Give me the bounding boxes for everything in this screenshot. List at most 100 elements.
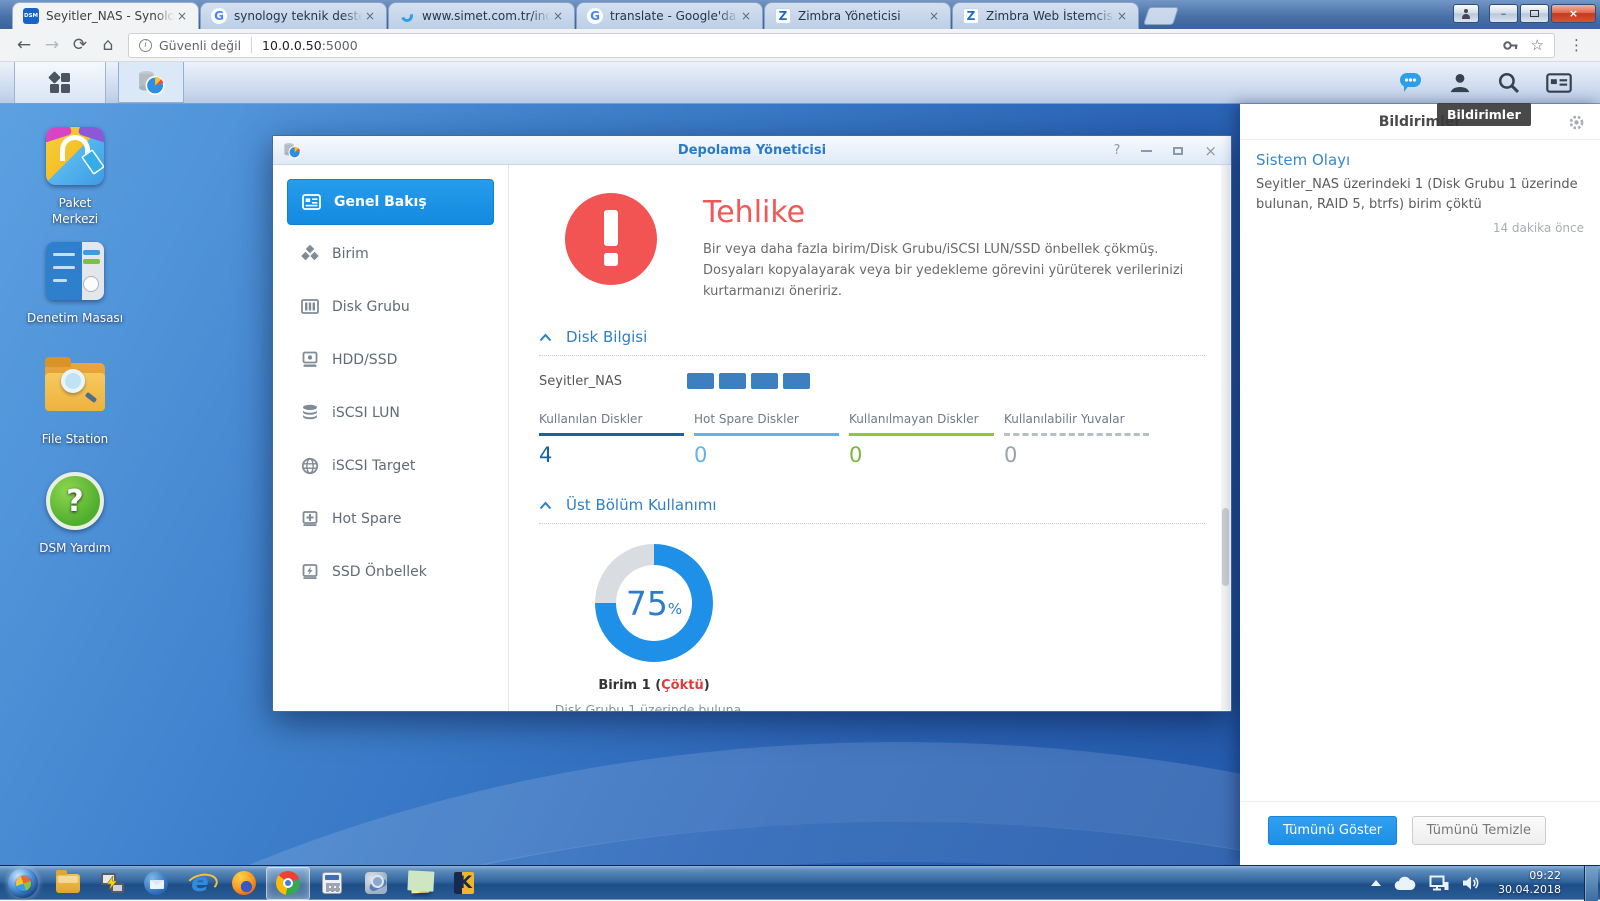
taskbar-putty-button[interactable]	[90, 866, 134, 901]
tray-clock[interactable]: 09:22 30.04.2018	[1498, 869, 1561, 898]
window-titlebar[interactable]: Depolama Yöneticisi ? ×	[273, 136, 1231, 165]
network-tray-icon[interactable]	[1429, 875, 1449, 892]
sidebar-item-ssd-onbellek[interactable]: SSD Önbellek	[287, 547, 494, 596]
disk-info-section-header[interactable]: Disk Bilgisi	[539, 328, 1205, 356]
tab-title: translate - Google'da Ara	[610, 9, 738, 23]
sidebar-item-hot-spare[interactable]: Hot Spare	[287, 494, 494, 543]
scrollbar-thumb[interactable]	[1222, 508, 1229, 586]
sidebar-item-hdd-ssd[interactable]: HDD/SSD	[287, 335, 494, 384]
taskbar-thunderbird-button[interactable]	[134, 866, 178, 901]
taskbar-system-tool-button[interactable]	[354, 866, 398, 901]
overview-icon	[302, 194, 321, 210]
sidebar-item-iscsi-target[interactable]: iSCSI Target	[287, 441, 494, 490]
start-button[interactable]	[8, 868, 38, 898]
taskbar-explorer-button[interactable]	[46, 866, 90, 901]
tab-simet[interactable]: www.simet.com.tr/index. ×	[388, 2, 575, 29]
tab-close-icon[interactable]: ×	[926, 8, 942, 24]
window-maximize-button[interactable]	[1520, 4, 1549, 23]
google-favicon-icon: G	[587, 8, 603, 24]
key-icon[interactable]	[1502, 37, 1519, 54]
desktop-icon-denetim-masasi[interactable]: Denetim Masası	[20, 240, 130, 325]
window-help-button[interactable]: ?	[1114, 143, 1121, 158]
thunderbird-icon	[144, 871, 168, 895]
sidebar-item-iscsi-lun[interactable]: iSCSI LUN	[287, 388, 494, 437]
taskbar-chrome-button[interactable]	[266, 867, 310, 900]
forward-button[interactable]: →	[38, 31, 66, 59]
tab-close-icon[interactable]: ×	[1114, 8, 1130, 24]
storage-manager-taskbar-button[interactable]	[118, 62, 184, 103]
taskbar-ie-button[interactable]: e	[178, 866, 222, 901]
reload-button[interactable]: ⟳	[66, 31, 94, 59]
taskbar-calculator-button[interactable]	[310, 866, 354, 901]
address-bar[interactable]: i Güvenli değil 10.0.0.50 :5000 ☆	[128, 33, 1555, 58]
tab-zimbra-web[interactable]: Z Zimbra Web İstemcisi Ot ×	[952, 2, 1139, 29]
putty-icon	[99, 870, 125, 896]
sidebar-item-disk-grubu[interactable]: Disk Grubu	[287, 282, 494, 331]
notifications-icon[interactable]	[1399, 72, 1423, 94]
tab-dsm[interactable]: DSM Seyitler_NAS - Synology ×	[12, 2, 199, 29]
calculator-icon	[322, 872, 342, 894]
tab-title: Zimbra Web İstemcisi Ot	[986, 9, 1114, 23]
tray-expand-icon[interactable]	[1371, 880, 1381, 886]
explorer-icon	[56, 874, 80, 893]
stat-value: 0	[849, 443, 1004, 467]
notification-title[interactable]: Sistem Olayı	[1256, 151, 1584, 169]
hot-spare-icon	[301, 510, 319, 527]
tab-translate[interactable]: G translate - Google'da Ara ×	[576, 2, 763, 29]
taskbar-firefox-button[interactable]	[222, 866, 266, 901]
stat-hot-spare-disks: Hot Spare Diskler 0	[694, 412, 849, 467]
window-minimize-button[interactable]: –	[1489, 4, 1518, 23]
home-button[interactable]: ⌂	[94, 31, 122, 59]
window-maximize-button[interactable]	[1173, 147, 1183, 155]
sidebar-item-birim[interactable]: Birim	[287, 229, 494, 278]
show-desktop-button[interactable]	[1584, 866, 1598, 901]
stat-unused-disks: Kullanılmayan Diskler 0	[849, 412, 1004, 467]
cloud-tray-icon[interactable]	[1394, 876, 1416, 891]
notification-item[interactable]: Sistem Olayı Seyitler_NAS üzerindeki 1 (…	[1240, 140, 1600, 235]
desktop-icon-file-station[interactable]: File Station	[20, 355, 130, 446]
stat-label: Kullanılabilir Yuvalar	[1004, 412, 1159, 426]
window-close-button[interactable]: ×	[1551, 4, 1596, 23]
storage-manager-window: Depolama Yöneticisi ? ×	[272, 135, 1232, 712]
window-close-button[interactable]: ×	[1204, 142, 1217, 160]
user-options-icon[interactable]	[1449, 72, 1471, 94]
window-minimize-button[interactable]	[1141, 150, 1152, 152]
dsm-help-icon: ?	[46, 472, 104, 530]
volume-tray-icon[interactable]	[1462, 875, 1481, 891]
volume-icon	[301, 245, 319, 262]
tab-zimbra-admin[interactable]: Z Zimbra Yöneticisi ×	[764, 2, 951, 29]
windows-taskbar: e K 09:22 30.04.2018	[0, 865, 1600, 900]
tab-close-icon[interactable]: ×	[174, 8, 190, 24]
new-tab-button[interactable]	[1143, 7, 1179, 25]
alert-title: Tehlike	[703, 195, 1208, 230]
main-menu-button[interactable]	[14, 62, 106, 103]
browser-profile-button[interactable]	[1453, 4, 1479, 23]
show-all-button[interactable]: Tümünü Göster	[1268, 816, 1397, 845]
tab-synology-destek[interactable]: G synology teknik destek - ×	[200, 2, 387, 29]
back-button[interactable]: ←	[10, 31, 38, 59]
taskbar-sticky-notes-button[interactable]	[398, 866, 442, 901]
bookmark-star-icon[interactable]: ☆	[1531, 36, 1544, 54]
desktop-icon-dsm-yardim[interactable]: ? DSM Yardım	[20, 470, 130, 555]
clear-all-button[interactable]: Tümünü Temizle	[1412, 816, 1546, 845]
system-tool-icon	[365, 872, 387, 894]
taskbar-k-app-button[interactable]: K	[442, 866, 486, 901]
k-app-icon: K	[454, 872, 474, 894]
sidebar-item-genel-bakis[interactable]: Genel Bakış	[287, 179, 494, 225]
tab-close-icon[interactable]: ×	[550, 8, 566, 24]
search-icon[interactable]	[1497, 71, 1520, 94]
tab-close-icon[interactable]: ×	[738, 8, 754, 24]
info-icon[interactable]: i	[139, 39, 152, 52]
desktop-icon-paket-merkezi[interactable]: Paket Merkezi	[20, 125, 130, 227]
stat-available-slots: Kullanılabilir Yuvalar 0	[1004, 412, 1159, 467]
gear-icon[interactable]	[1568, 114, 1585, 131]
widgets-icon[interactable]	[1546, 72, 1572, 94]
overview-content: Tehlike Bir veya daha fazla birim/Disk G…	[509, 165, 1231, 711]
tab-title: synology teknik destek -	[234, 9, 362, 23]
window-scrollbar[interactable]	[1221, 165, 1230, 710]
browser-menu-icon[interactable]: ⋮	[1563, 36, 1590, 54]
notifications-tooltip: Bildirimler	[1437, 103, 1531, 126]
volume-usage-section-header[interactable]: Üst Bölüm Kullanımı	[539, 496, 1205, 524]
stat-label: Hot Spare Diskler	[694, 412, 849, 426]
tab-close-icon[interactable]: ×	[362, 8, 378, 24]
